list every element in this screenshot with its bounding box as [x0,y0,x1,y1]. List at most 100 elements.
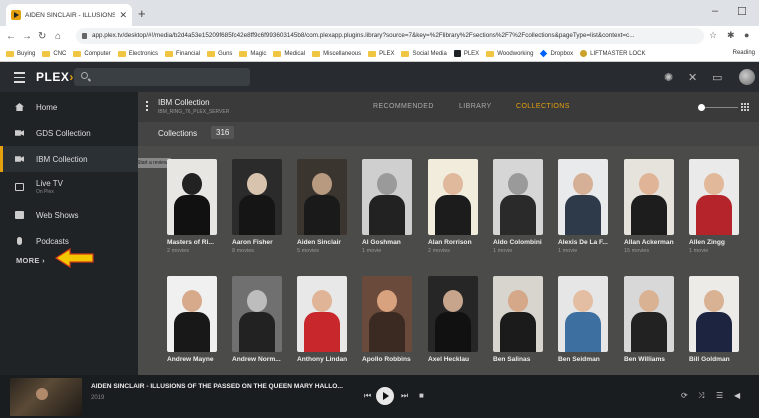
collection-title[interactable]: Andrew Mayne [167,356,227,363]
bookmark-item[interactable]: PLEX [368,50,394,57]
minimize-icon[interactable]: – [712,5,718,17]
collection-title[interactable]: Anthony Lindan [297,356,357,363]
collection-title[interactable]: Allen Zingg [689,239,749,246]
volume-icon[interactable]: ◀ [734,391,740,400]
sidebar-item-home[interactable]: Home [0,94,138,120]
collection-count: 1 movie [558,248,578,254]
web-shows-icon [15,211,24,219]
collection-poster[interactable] [493,276,543,352]
bookmark-item[interactable]: CNC [42,50,66,57]
now-playing-thumbnail[interactable] [10,378,82,416]
bookmark-item[interactable]: Guns [207,50,232,57]
collection-title[interactable]: Aiden Sinclair [297,239,357,246]
bookmark-item[interactable]: Dropbox [540,49,573,58]
collection-title[interactable]: Al Goshman [362,239,422,246]
extension-icon[interactable]: ✱ [727,30,735,41]
previous-icon[interactable]: ⏮ [364,391,371,401]
collection-title[interactable]: Axel Hecklau [428,356,488,363]
tab-library[interactable]: LIBRARY [459,103,492,110]
home-icon[interactable]: ⌂ [54,31,62,42]
collection-title[interactable]: Andrew Norm... [232,356,292,363]
collection-title[interactable]: Bill Goldman [689,356,749,363]
poster-size-slider[interactable] [698,104,738,111]
collection-poster[interactable] [167,159,217,235]
close-tab-icon[interactable]: ✕ [119,10,127,21]
more-button[interactable]: MORE › [16,256,45,265]
browser-tab[interactable]: AIDEN SINCLAIR - ILLUSIONS O ✕ [6,4,132,26]
library-menu-icon[interactable] [146,101,148,113]
collection-title[interactable]: Ben Williams [624,356,684,363]
activity-icon[interactable]: ✺ [664,71,673,84]
search-input[interactable] [74,68,250,86]
collection-poster[interactable] [624,159,674,235]
collection-poster[interactable] [558,276,608,352]
bookmark-item[interactable]: Computer [73,50,111,57]
tab-recommended[interactable]: RECOMMENDED [373,103,434,110]
sidebar-item-ibm-collection[interactable]: IBM Collection [0,146,138,172]
forward-icon[interactable]: → [22,31,32,42]
plex-logo[interactable]: PLEX› [36,70,74,84]
cast-icon[interactable]: ▭ [712,71,722,84]
bookmark-item[interactable]: Electronics [117,50,158,57]
collection-poster[interactable] [297,276,347,352]
collection-title[interactable]: Apollo Robbins [362,356,422,363]
bookmark-item[interactable]: Miscellaneous [312,50,361,57]
collection-title[interactable]: Masters of Ri... [167,239,227,246]
url-input[interactable]: app.plex.tv/desktop/#!/media/b2d4a53e152… [76,28,704,44]
slider-knob[interactable] [698,104,705,111]
other-bookmarks[interactable]: Reading [733,50,755,56]
playlist-icon[interactable]: ☰ [716,391,723,400]
collection-title[interactable]: Allan Ackerman [624,239,684,246]
collection-poster[interactable] [232,276,282,352]
avatar[interactable] [739,69,755,85]
collection-poster[interactable] [558,159,608,235]
new-tab-button[interactable]: + [138,6,146,21]
bookmark-item[interactable]: Social Media [401,50,447,57]
collection-poster[interactable] [232,159,282,235]
menu-icon[interactable] [14,72,25,86]
collection-poster[interactable] [624,276,674,352]
maximize-icon[interactable]: ☐ [737,5,747,18]
reload-icon[interactable]: ↻ [38,31,46,42]
collection-poster[interactable] [362,159,412,235]
bookmark-item[interactable]: Buying [6,50,35,57]
stop-icon[interactable]: ■ [419,391,424,400]
collection-title[interactable]: Alan Rorrison [428,239,488,246]
collection-title[interactable]: Ben Seidman [558,356,618,363]
play-button[interactable] [376,387,394,405]
now-playing-title[interactable]: AIDEN SINCLAIR - ILLUSIONS OF THE PASSED… [91,383,343,390]
collection-title[interactable]: Alexis De La F... [558,239,618,246]
sidebar-item-live-tv[interactable]: Live TV On Plex [0,172,138,202]
next-icon[interactable]: ⏭ [401,391,408,401]
shuffle-icon[interactable]: ⤨ [698,391,704,401]
sidebar-item-web-shows[interactable]: Web Shows [0,202,138,228]
repeat-icon[interactable]: ⟳ [681,391,688,400]
bookmark-item[interactable]: Financial [165,50,200,57]
collection-title[interactable]: Ben Salinas [493,356,553,363]
collection-poster[interactable] [689,159,739,235]
collection-poster[interactable] [167,276,217,352]
collection-title[interactable]: Aaron Fisher [232,239,292,246]
settings-tools-icon[interactable]: ✕ [688,71,697,84]
sidebar-item-label: GDS Collection [36,128,91,138]
bookmark-item[interactable]: PLEX [453,50,479,57]
collection-poster[interactable] [297,159,347,235]
sidebar-item-gds-collection[interactable]: GDS Collection [0,120,138,146]
collection-poster[interactable] [428,276,478,352]
collection-title[interactable]: Aldo Colombini [493,239,553,246]
bookmark-item[interactable]: Medical [273,50,305,57]
bookmark-item[interactable]: Magic [239,50,266,57]
back-icon[interactable]: ← [6,31,16,42]
collections-filter-label[interactable]: Collections [158,129,197,138]
collection-poster[interactable] [493,159,543,235]
tab-collections[interactable]: COLLECTIONS [516,103,570,110]
bookmark-item[interactable]: Woodworking [486,50,533,57]
view-grid-icon[interactable] [741,103,750,111]
collection-poster[interactable] [362,276,412,352]
bookmark-star-icon[interactable]: ☆ [709,30,717,41]
bookmark-item[interactable]: LIFTMASTER LOCK [580,50,645,57]
collection-poster[interactable] [689,276,739,352]
collection-poster[interactable] [428,159,478,235]
profile-icon[interactable]: ● [744,30,749,40]
plex-icon [453,50,461,57]
